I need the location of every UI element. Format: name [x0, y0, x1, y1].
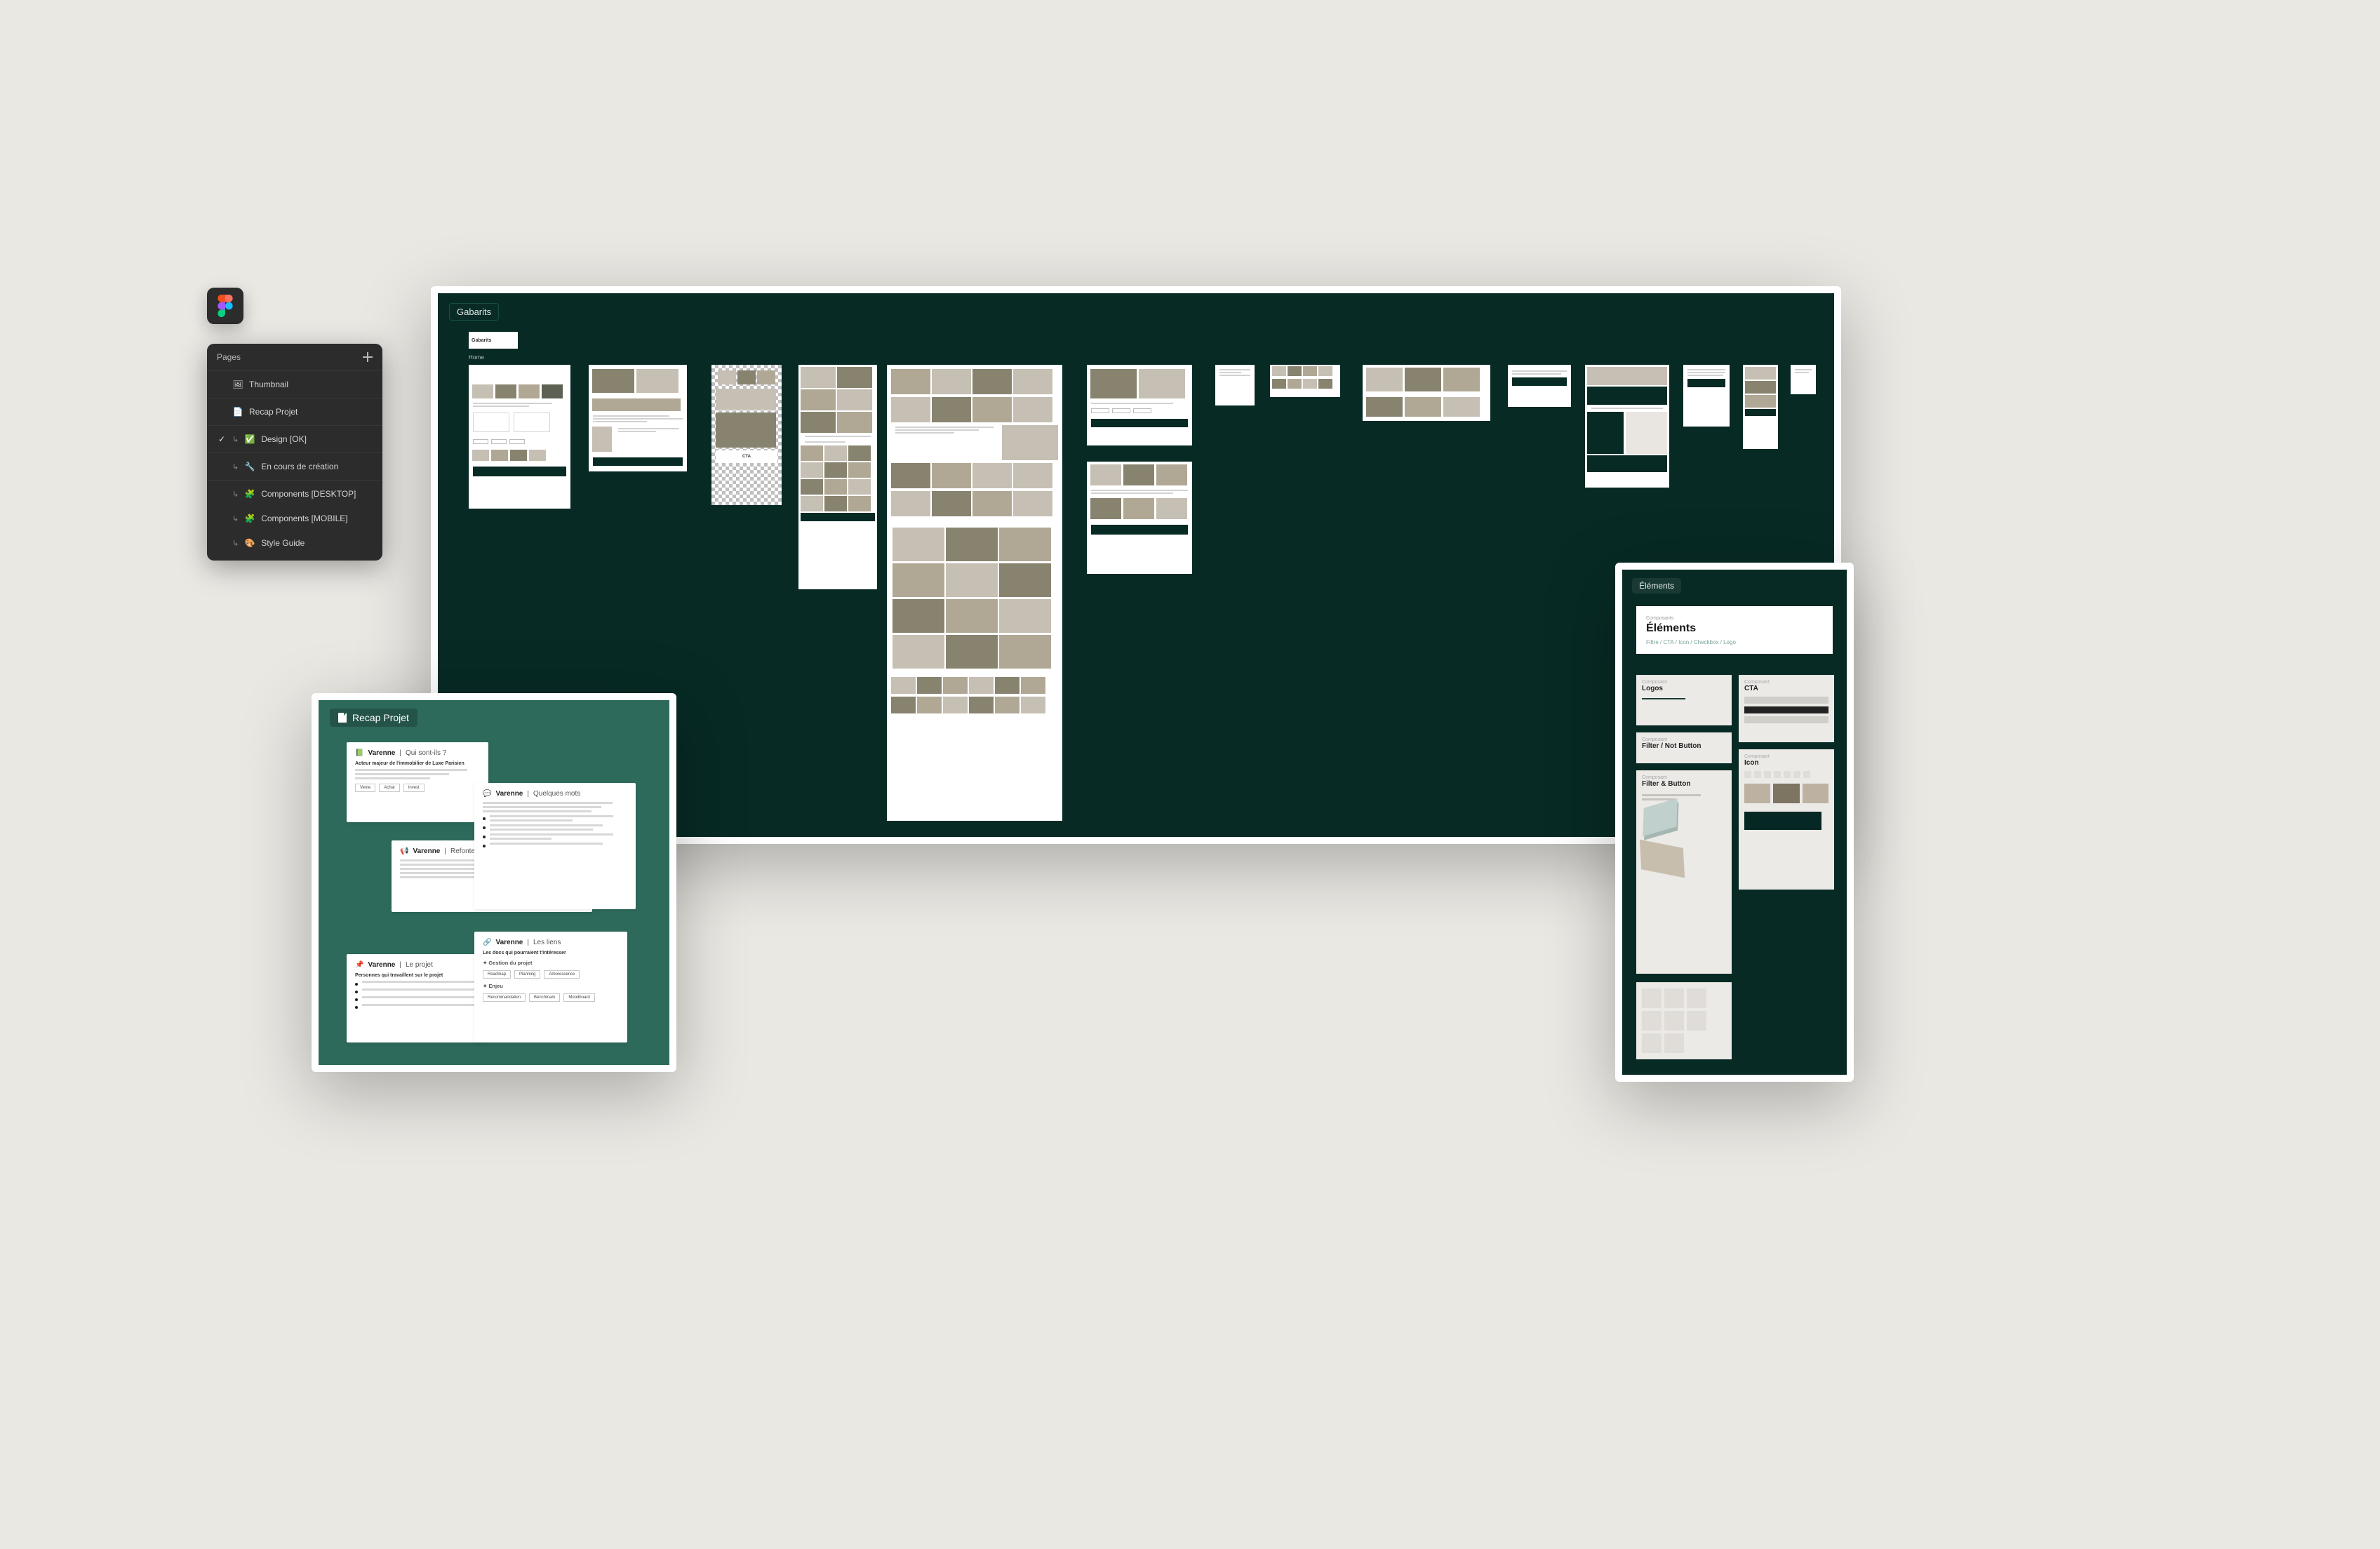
card-projet[interactable]: 📌Varenne|Le projet Personnes qui travail… — [347, 954, 486, 1042]
section-tag-gabarits: Gabarits — [449, 303, 499, 321]
artboard[interactable] — [1683, 365, 1730, 427]
chip: Vente — [355, 784, 375, 792]
page-label: Recap Projet — [249, 407, 298, 417]
chip[interactable]: Planning — [514, 970, 540, 979]
breadcrumb: Filtre / CTA / Icon / Checkbox / Logo — [1646, 639, 1823, 645]
artboard[interactable] — [1215, 365, 1255, 405]
chip[interactable]: Roadmap — [483, 970, 511, 979]
artboard[interactable] — [1585, 365, 1669, 488]
puzzle-icon: 🧩 — [244, 514, 255, 523]
elements-window[interactable]: Éléments Composants Éléments Filtre / CT… — [1615, 563, 1854, 1082]
book-icon: 📗 — [355, 749, 363, 757]
subpage-arrow-icon: ↳ — [232, 514, 239, 523]
panel-filter-not[interactable]: Composant Filter / Not Button — [1636, 732, 1732, 763]
page-label: Components [DESKTOP] — [261, 489, 356, 499]
subpage-arrow-icon: ↳ — [232, 462, 239, 471]
pages-header: Pages — [207, 344, 382, 369]
megaphone-icon: 📢 — [400, 847, 408, 855]
card-subtitle: Personnes qui travaillent sur le projet — [355, 973, 477, 978]
page-label: Thumbnail — [249, 380, 288, 389]
page-label: Design [OK] — [261, 434, 307, 444]
chip: Achat — [379, 784, 399, 792]
page-label: Style Guide — [261, 538, 305, 548]
document-icon — [338, 713, 347, 723]
page-item-thumbnail[interactable]: 🖼 Thumbnail — [207, 370, 382, 396]
panel-misc[interactable] — [1636, 982, 1732, 1059]
wrench-icon: 🔧 — [244, 462, 255, 471]
isometric-mock — [1643, 798, 1677, 836]
puzzle-icon: 🧩 — [244, 489, 255, 499]
isometric-mock — [1640, 840, 1685, 878]
artboard[interactable] — [1087, 365, 1192, 445]
chip: Invest — [403, 784, 424, 792]
artboard[interactable] — [1743, 365, 1778, 449]
recap-tab: Recap Projet — [330, 709, 417, 727]
artboard-home[interactable]: Home — [469, 365, 570, 509]
card-liens[interactable]: 🔗Varenne|Les liens Les docs qui pourraie… — [474, 932, 627, 1042]
recap-title: Recap Projet — [352, 712, 409, 723]
logo-sample — [1642, 698, 1685, 708]
add-page-icon[interactable] — [363, 352, 373, 362]
artboard[interactable] — [1087, 462, 1192, 574]
page-item-design-ok[interactable]: ✓ ↳ ✅ Design [OK] — [207, 425, 382, 451]
panel-icon[interactable]: Composant Icon — [1739, 749, 1834, 890]
recap-window[interactable]: Recap Projet 📗Varenne|Qui sont-ils ? Act… — [312, 693, 676, 1072]
chip[interactable]: Moodboard — [563, 993, 594, 1002]
artboard[interactable] — [1508, 365, 1571, 407]
page-item-comp-mobile[interactable]: ↳ 🧩 Components [MOBILE] — [207, 506, 382, 530]
figma-logo — [207, 288, 243, 324]
subpage-arrow-icon: ↳ — [232, 539, 239, 548]
artboard-title: Home — [469, 354, 484, 361]
overline: Composants — [1646, 616, 1823, 621]
palette-icon: 🎨 — [244, 538, 255, 548]
document-icon: 📄 — [232, 407, 243, 417]
elements-header: Composants Éléments Filtre / CTA / Icon … — [1636, 606, 1833, 654]
image-icon: 🖼 — [232, 380, 243, 389]
figma-icon — [218, 295, 233, 317]
subpage-arrow-icon: ↳ — [232, 435, 239, 444]
panel-filter-button[interactable]: Composant Filter & Button — [1636, 770, 1732, 974]
chip[interactable]: Arborescence — [544, 970, 580, 979]
section-label: Gabarits — [469, 332, 518, 349]
page-label: Components [MOBILE] — [261, 514, 347, 523]
artboard[interactable] — [798, 365, 877, 589]
section-tag-elements: Éléments — [1632, 578, 1681, 594]
artboard[interactable] — [589, 365, 687, 471]
speech-icon: 💬 — [483, 790, 491, 798]
card-who[interactable]: 📗Varenne|Qui sont-ils ? Acteur majeur de… — [347, 742, 488, 822]
check-icon: ✅ — [244, 434, 255, 444]
subpage-arrow-icon: ↳ — [232, 490, 239, 499]
panel-cta[interactable]: Composant CTA — [1739, 675, 1834, 742]
chip[interactable]: Recommandation — [483, 993, 526, 1002]
checkmark-icon: ✓ — [217, 434, 227, 444]
link-icon: 🔗 — [483, 939, 491, 946]
page-item-creation[interactable]: ↳ 🔧 En cours de création — [207, 452, 382, 478]
artboard[interactable] — [1363, 365, 1490, 421]
page-item-comp-desktop[interactable]: ↳ 🧩 Components [DESKTOP] — [207, 480, 382, 506]
title: Éléments — [1646, 622, 1823, 635]
card-mots[interactable]: 💬Varenne|Quelques mots — [474, 783, 636, 909]
dark-sample — [1744, 812, 1821, 830]
artboard[interactable] — [1791, 365, 1816, 394]
card-lead: Les docs qui pourraient t'intéresser — [483, 951, 619, 955]
panel-logos[interactable]: Composant Logos — [1636, 675, 1732, 725]
chip[interactable]: Benchmark — [529, 993, 560, 1002]
artboard-listing[interactable] — [887, 365, 1062, 821]
card-subtitle: Acteur majeur de l'immobilier de Luxe Pa… — [355, 761, 480, 766]
artboard-transparent[interactable]: CTA — [711, 365, 782, 505]
pages-panel: Pages 🖼 Thumbnail 📄 Recap Projet ✓ ↳ ✅ D… — [207, 344, 382, 561]
page-item-styleguide[interactable]: ↳ 🎨 Style Guide — [207, 530, 382, 555]
pin-icon: 📌 — [355, 961, 363, 969]
pages-title: Pages — [217, 352, 241, 362]
page-item-recap[interactable]: 📄 Recap Projet — [207, 398, 382, 424]
page-label: En cours de création — [261, 462, 338, 471]
artboard[interactable] — [1270, 365, 1340, 397]
